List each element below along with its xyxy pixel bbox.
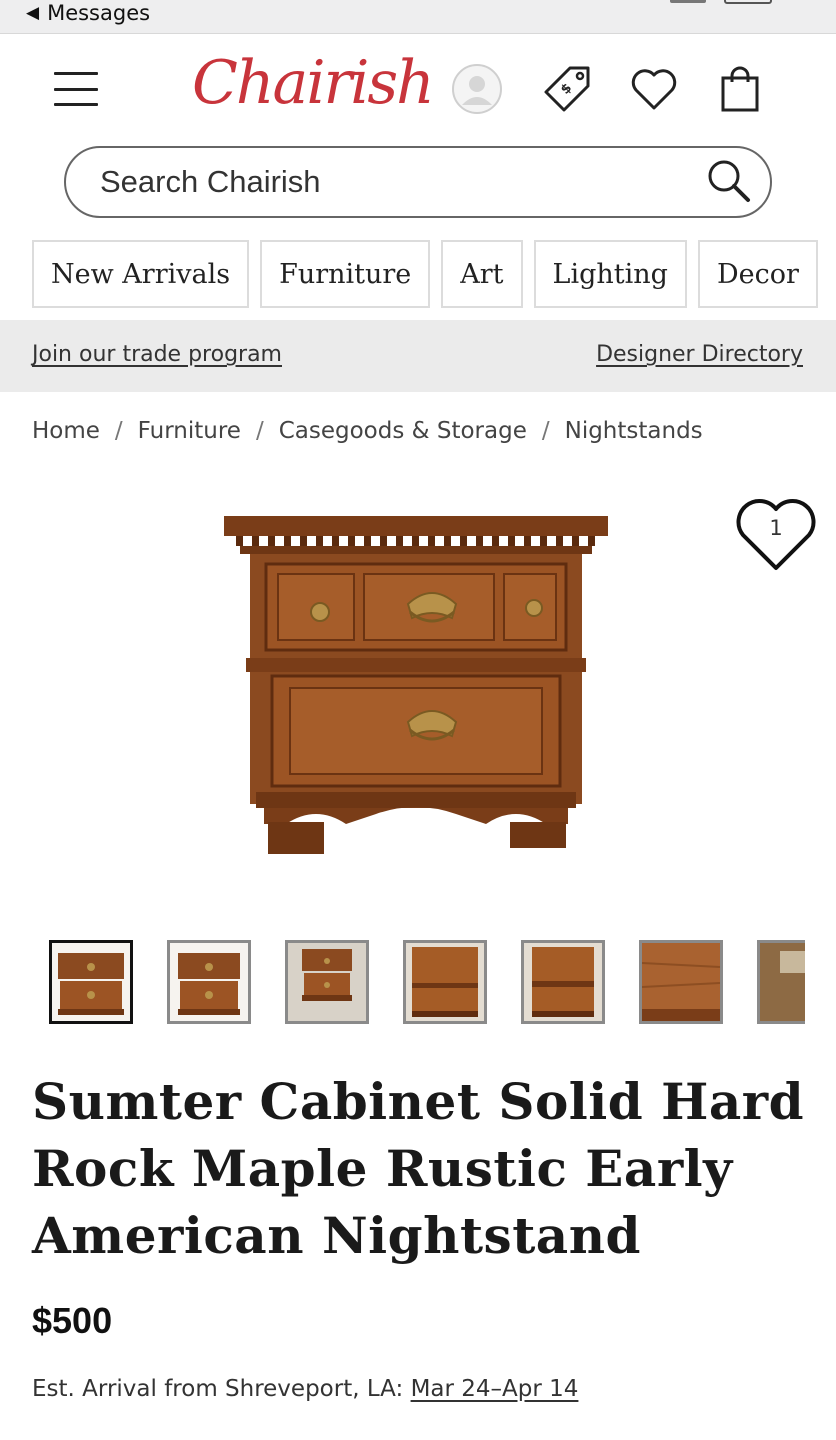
shopping-bag-icon[interactable] (713, 62, 767, 116)
trade-bar: Join our trade program Designer Director… (0, 320, 836, 392)
thumbnail-4[interactable] (403, 940, 487, 1024)
battery-icon (724, 0, 772, 4)
breadcrumb-nightstands[interactable]: Nightstands (565, 418, 703, 444)
heart-icon[interactable] (627, 62, 681, 116)
arrival-prefix: Est. Arrival from Shreveport, LA: (32, 1376, 411, 1402)
search-icon[interactable] (704, 156, 754, 206)
designer-directory-link[interactable]: Designer Directory (596, 342, 803, 367)
back-to-messages-link[interactable]: ◀ Messages (26, 0, 150, 26)
search-bar (64, 146, 772, 218)
nav-new-arrivals[interactable]: New Arrivals (32, 240, 250, 308)
estimated-arrival: Est. Arrival from Shreveport, LA: Mar 24… (32, 1376, 578, 1402)
favorite-button[interactable]: 1 (734, 496, 818, 574)
chairish-logo[interactable]: Chairish (192, 48, 435, 118)
favorite-count: 1 (769, 516, 783, 540)
trade-program-link[interactable]: Join our trade program (32, 342, 282, 367)
signal-icon (670, 0, 706, 3)
category-nav: New Arrivals Furniture Art Lighting Deco… (32, 240, 818, 308)
breadcrumb-separator: / (255, 418, 264, 444)
breadcrumb-furniture[interactable]: Furniture (138, 418, 241, 444)
product-main-image[interactable] (216, 508, 616, 868)
image-thumbnail-strip (49, 940, 805, 1026)
nav-lighting[interactable]: Lighting (533, 240, 687, 308)
search-input[interactable] (100, 160, 680, 204)
breadcrumb-home[interactable]: Home (32, 418, 100, 444)
nav-furniture[interactable]: Furniture (260, 240, 431, 308)
user-avatar-icon[interactable] (450, 62, 504, 116)
breadcrumb-casegoods[interactable]: Casegoods & Storage (279, 418, 527, 444)
price-tag-icon[interactable]: $ (540, 62, 594, 116)
site-header: Chairish $ (0, 34, 836, 144)
svg-text:$: $ (558, 81, 575, 98)
thumbnail-5[interactable] (521, 940, 605, 1024)
breadcrumb-separator: / (541, 418, 550, 444)
hamburger-menu-icon[interactable] (54, 72, 98, 106)
breadcrumb: Home / Furniture / Casegoods & Storage /… (32, 418, 703, 444)
product-title: Sumter Cabinet Solid Hard Rock Maple Rus… (32, 1072, 805, 1265)
thumbnail-2[interactable] (167, 940, 251, 1024)
nav-art[interactable]: Art (441, 240, 523, 308)
back-arrow-icon: ◀ (26, 3, 40, 23)
thumbnail-1[interactable] (49, 940, 133, 1024)
product-price: $500 (32, 1300, 113, 1341)
breadcrumb-separator: / (114, 418, 123, 444)
thumbnail-3[interactable] (285, 940, 369, 1024)
arrival-dates-link[interactable]: Mar 24–Apr 14 (411, 1376, 579, 1402)
status-indicators (670, 0, 772, 4)
thumbnail-7[interactable] (757, 940, 805, 1024)
nav-decor[interactable]: Decor (697, 240, 818, 308)
back-label: Messages (47, 1, 151, 25)
status-bar: ◀ Messages (0, 0, 836, 34)
thumbnail-6[interactable] (639, 940, 723, 1024)
